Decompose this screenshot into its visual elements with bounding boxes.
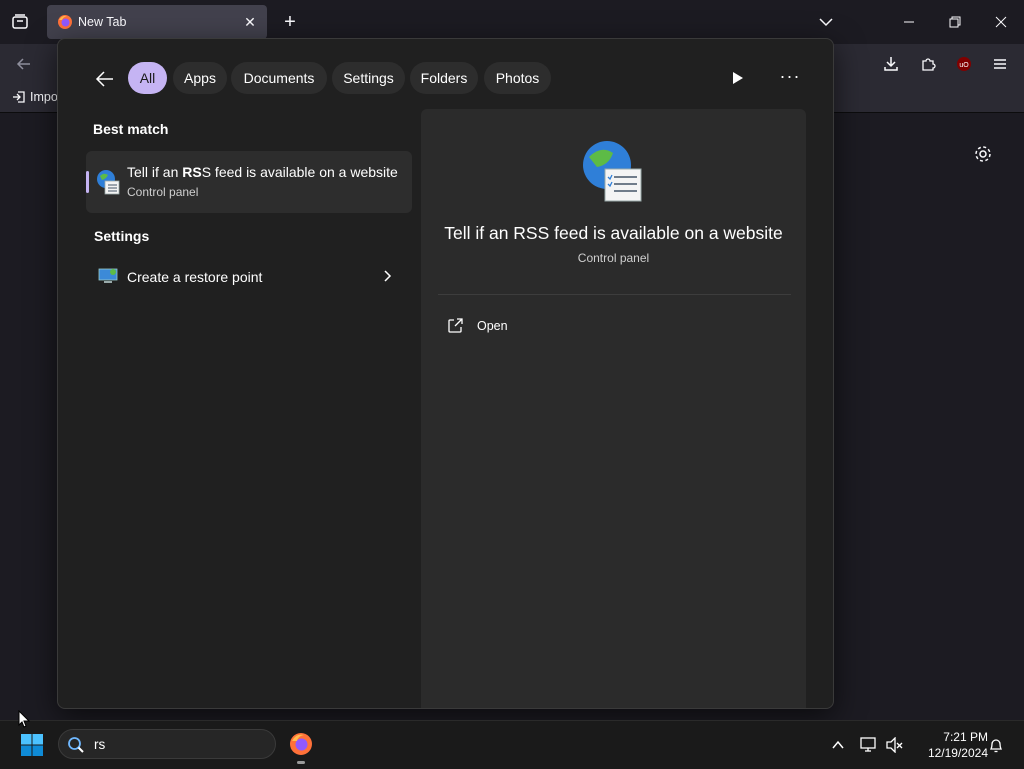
preview-open-action[interactable]: Open <box>446 314 508 338</box>
volume-muted-icon <box>886 737 903 753</box>
filter-chip-folders[interactable]: Folders <box>410 62 478 94</box>
filter-chip-label: Folders <box>420 70 468 86</box>
minimize-icon <box>904 21 914 23</box>
clock-time: 7:21 PM <box>943 730 988 744</box>
search-icon <box>68 737 84 753</box>
open-action-label: Open <box>477 319 508 333</box>
best-match-title-highlight: RS <box>182 164 202 180</box>
volume-button[interactable] <box>886 736 904 754</box>
best-match-title-suffix: S feed is available on a website <box>201 164 398 180</box>
preview-subtitle: Control panel <box>577 251 650 265</box>
mouse-cursor-icon <box>18 710 30 728</box>
windows-logo-icon[interactable] <box>20 733 44 757</box>
filter-chip-label: Apps <box>184 70 216 86</box>
filter-chip-documents[interactable]: Documents <box>231 62 327 94</box>
filter-chip-apps[interactable]: Apps <box>173 62 227 94</box>
clock-date: 12/19/2024 <box>927 746 988 760</box>
taskbar-clock[interactable]: 7:21 PM 12/19/2024 <box>912 729 988 761</box>
filter-chip-label: All <box>139 70 156 86</box>
browser-tab-new-tab[interactable]: New Tab ✕ <box>47 5 267 39</box>
show-hidden-icons-button[interactable] <box>829 736 847 754</box>
running-indicator <box>297 761 305 764</box>
more-icon[interactable]: ··· <box>779 67 801 89</box>
puzzle-icon <box>922 58 936 71</box>
best-match-title-prefix: Tell if an <box>127 164 183 180</box>
tab-title: New Tab <box>78 15 127 29</box>
search-back-button[interactable] <box>91 67 119 91</box>
close-window-button[interactable] <box>989 10 1013 34</box>
tab-close-icon[interactable]: ✕ <box>241 13 259 31</box>
taskbar-search-box[interactable]: rs <box>58 729 276 759</box>
app-menu-button[interactable] <box>989 53 1011 75</box>
filter-chip-all[interactable]: All <box>128 62 167 94</box>
gear-icon[interactable] <box>972 143 994 165</box>
taskbar: rs 7:21 PM 12/19/2024 <box>0 720 1024 769</box>
nav-back-button[interactable] <box>13 53 35 75</box>
ublock-icon: uO <box>957 57 971 71</box>
close-icon <box>995 16 1007 28</box>
filter-chip-label: Settings <box>343 70 394 86</box>
network-button[interactable] <box>860 736 878 754</box>
firefox-icon <box>58 15 72 29</box>
settings-result-label: Create a restore point <box>127 269 263 285</box>
best-match-result[interactable]: Tell if an RSS feed is available on a we… <box>86 151 412 213</box>
best-match-subtitle: Control panel <box>127 185 199 199</box>
restore-point-icon <box>98 268 118 283</box>
download-icon <box>884 57 898 71</box>
preview-title: Tell if an RSS feed is available on a we… <box>444 223 783 243</box>
tab-list-button[interactable] <box>8 10 32 34</box>
downloads-button[interactable] <box>880 53 902 75</box>
arrow-left-icon <box>95 71 113 87</box>
restore-button[interactable] <box>943 10 967 34</box>
settings-heading: Settings <box>94 228 150 244</box>
play-icon[interactable] <box>726 67 748 89</box>
chevron-up-icon <box>832 740 844 749</box>
filter-chip-label: Documents <box>243 70 315 86</box>
network-icon <box>860 737 876 752</box>
result-preview-pane: Tell if an RSS feed is available on a we… <box>421 109 806 708</box>
extensions-button[interactable] <box>917 53 939 75</box>
new-tab-button[interactable]: + <box>280 12 300 32</box>
globe-checklist-icon <box>583 141 642 202</box>
import-bookmarks-button[interactable]: Impo <box>12 90 58 104</box>
hamburger-icon <box>994 59 1006 69</box>
filter-chip-settings[interactable]: Settings <box>332 62 405 94</box>
notifications-button[interactable] <box>987 736 1005 754</box>
svg-text:uO: uO <box>959 62 969 69</box>
filter-chip-photos[interactable]: Photos <box>484 62 551 94</box>
best-match-heading: Best match <box>93 121 169 137</box>
chevron-down-icon[interactable] <box>816 12 836 32</box>
settings-result-restore-point[interactable]: Create a restore point <box>86 257 412 297</box>
restore-icon <box>949 16 961 28</box>
ublock-button[interactable]: uO <box>953 53 975 75</box>
preview-divider <box>438 294 791 295</box>
open-external-icon <box>448 318 463 333</box>
firefox-icon[interactable] <box>289 732 313 756</box>
minimize-button[interactable] <box>897 10 921 34</box>
import-icon <box>13 91 25 103</box>
taskbar-search-value: rs <box>94 737 106 752</box>
best-match-title: Tell if an RSS feed is available on a we… <box>127 164 398 180</box>
filter-chip-label: Photos <box>495 70 540 86</box>
chevron-right-icon <box>384 270 392 282</box>
arrow-left-icon <box>16 58 30 70</box>
tab-list-icon <box>12 14 28 29</box>
search-flyout: All Apps Documents Settings Folders Phot… <box>57 38 834 709</box>
import-bookmarks-label: Impo <box>30 90 58 104</box>
globe-checklist-icon <box>97 170 120 195</box>
bell-icon <box>989 739 1003 753</box>
selection-accent <box>86 171 89 193</box>
